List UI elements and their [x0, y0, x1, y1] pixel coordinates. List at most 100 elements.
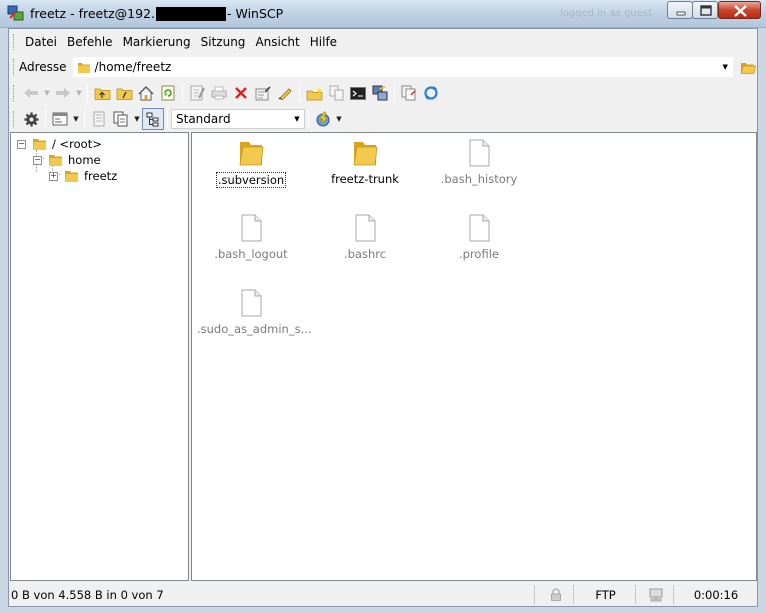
- forward-button[interactable]: [52, 82, 74, 104]
- edit-button[interactable]: [186, 82, 208, 104]
- parent-directory-button[interactable]: [91, 82, 113, 104]
- open-button[interactable]: [208, 82, 230, 104]
- toolbar-separator: [182, 84, 183, 102]
- queue-button[interactable]: [312, 108, 334, 130]
- root-directory-button[interactable]: [113, 82, 135, 104]
- folder-icon: [33, 139, 46, 150]
- back-dropdown-icon[interactable]: ▼: [42, 82, 52, 104]
- file-item-freetz-trunk[interactable]: freetz-trunk: [310, 138, 420, 186]
- home-directory-button[interactable]: [135, 82, 157, 104]
- file-name: freetz-trunk: [331, 172, 399, 186]
- sort-columns-icon: [93, 111, 105, 127]
- address-field[interactable]: /home/freetz ▼: [72, 57, 734, 77]
- winscp-app-icon[interactable]: [7, 5, 24, 22]
- delete-x-icon: [235, 87, 247, 99]
- toolbar-separator: [299, 84, 300, 102]
- toolbar-grip[interactable]: [13, 85, 16, 101]
- copy-documents-icon: [113, 111, 128, 127]
- menu-ansicht[interactable]: Ansicht: [250, 33, 304, 51]
- toolbar-navigation: ▼ ▼: [9, 80, 757, 106]
- file-name: .bashrc: [343, 247, 387, 261]
- compare-documents-icon: [329, 85, 343, 101]
- file-item-bashrc[interactable]: .bashrc: [310, 213, 420, 261]
- tree-node-freetz[interactable]: + freetz: [49, 168, 118, 184]
- copy-dropdown-icon[interactable]: ▼: [132, 108, 142, 130]
- sort-button[interactable]: [88, 108, 110, 130]
- menu-markierung[interactable]: Markierung: [118, 33, 196, 51]
- redacted-ip-block: [156, 6, 227, 21]
- toolbar-view: ▼ ▼ Standard ▼ ▼: [9, 106, 757, 132]
- address-grip[interactable]: [13, 59, 16, 75]
- collapse-icon[interactable]: −: [33, 155, 42, 165]
- address-label: Adresse: [18, 60, 67, 74]
- address-value: /home/freetz: [94, 60, 172, 74]
- transfer-settings-select[interactable]: Standard ▼: [171, 109, 305, 129]
- file-icon: [241, 289, 262, 317]
- clipboard-icon: [401, 85, 416, 101]
- copy-button[interactable]: [110, 108, 132, 130]
- maximize-button[interactable]: [692, 1, 718, 19]
- putty-button[interactable]: [369, 82, 391, 104]
- winscp-client-area: Datei Befehle Markierung Sitzung Ansicht…: [8, 28, 758, 607]
- close-button[interactable]: [718, 1, 761, 19]
- create-directory-button[interactable]: [303, 82, 325, 104]
- queue-dropdown-icon[interactable]: ▼: [334, 108, 344, 130]
- file-item-bash-logout[interactable]: .bash_logout: [196, 213, 306, 261]
- status-selection: 0 B von 4.558 B in 0 von 7: [11, 585, 535, 604]
- properties-button[interactable]: [252, 82, 274, 104]
- refresh-button[interactable]: [157, 82, 179, 104]
- edit-document-icon: [190, 85, 205, 101]
- file-name: .bash_history: [440, 172, 518, 186]
- file-item-profile[interactable]: .profile: [424, 213, 534, 261]
- menu-datei[interactable]: Datei: [20, 33, 62, 51]
- view-mode-dropdown-icon[interactable]: ▼: [71, 108, 81, 130]
- tree-toggle-button[interactable]: [142, 108, 164, 130]
- folder-icon: [239, 142, 264, 166]
- tree-node-root[interactable]: − / <root>: [17, 136, 102, 152]
- menu-befehle[interactable]: Befehle: [62, 33, 118, 51]
- tree-node-home[interactable]: − home: [33, 152, 101, 168]
- expand-icon[interactable]: +: [49, 171, 58, 181]
- session-refresh-button[interactable]: [420, 82, 442, 104]
- toolbar-separator: [87, 84, 88, 102]
- network-computer-icon: [649, 588, 662, 601]
- file-list-panel[interactable]: .subversion freetz-trunk .bash_history .…: [191, 132, 757, 581]
- folder-icon: [65, 171, 78, 182]
- folder-icon: [77, 63, 90, 73]
- transfer-settings-value: Standard: [176, 112, 231, 126]
- copy-to-clipboard-button[interactable]: [398, 82, 420, 104]
- file-item-sudo-as-admin[interactable]: .sudo_as_admin_s...: [196, 288, 312, 336]
- toolbar-grip[interactable]: [13, 111, 16, 127]
- lightning-globe-icon: [316, 111, 330, 127]
- terminal-icon: [350, 86, 366, 100]
- terminal-button[interactable]: [347, 82, 369, 104]
- collapse-icon[interactable]: −: [17, 139, 26, 149]
- sync-arrows-icon: [424, 86, 438, 100]
- title-bar[interactable]: freetz - freetz@192. - WinSCP logged in …: [0, 0, 766, 28]
- forward-arrow-icon: [56, 88, 70, 98]
- minimize-button[interactable]: [667, 1, 693, 19]
- tree-node-label: freetz: [84, 169, 118, 183]
- address-dropdown-icon[interactable]: ▼: [718, 58, 732, 76]
- rename-button[interactable]: [274, 82, 296, 104]
- chevron-down-icon[interactable]: ▼: [292, 110, 302, 128]
- menu-sitzung[interactable]: Sitzung: [196, 33, 251, 51]
- file-name: .bash_logout: [214, 247, 288, 261]
- toolbar-separator: [394, 84, 395, 102]
- open-folder-icon[interactable]: [740, 60, 757, 75]
- back-button[interactable]: [20, 82, 42, 104]
- file-icon: [469, 139, 490, 167]
- file-name: .profile: [459, 247, 499, 261]
- directory-tree[interactable]: − / <root> − home + freetz: [10, 132, 189, 581]
- preferences-button[interactable]: [20, 108, 42, 130]
- forward-dropdown-icon[interactable]: ▼: [74, 82, 84, 104]
- file-item-subversion[interactable]: .subversion: [196, 138, 306, 188]
- delete-button[interactable]: [230, 82, 252, 104]
- file-icon: [469, 214, 490, 242]
- synchronize-button[interactable]: [325, 82, 347, 104]
- menu-grip[interactable]: [13, 34, 16, 50]
- view-mode-button[interactable]: [49, 108, 71, 130]
- file-item-bash-history[interactable]: .bash_history: [424, 138, 534, 186]
- menu-hilfe[interactable]: Hilfe: [305, 33, 342, 51]
- address-bar: Adresse /home/freetz ▼: [9, 55, 757, 79]
